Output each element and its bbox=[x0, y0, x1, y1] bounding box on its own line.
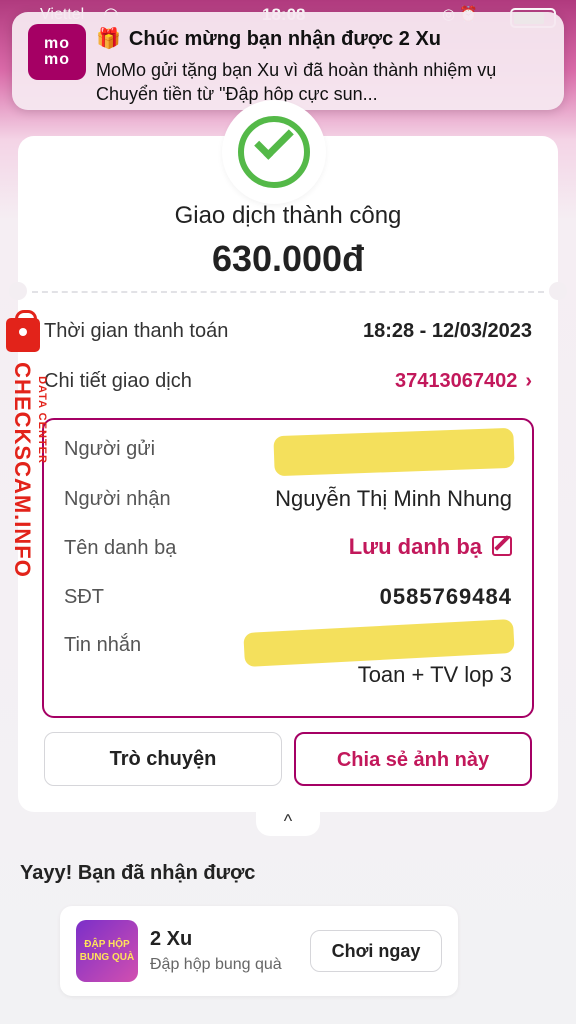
transaction-detail-label: Chi tiết giao dịch bbox=[44, 370, 192, 392]
transfer-details: Người gửi Người nhận Nguyễn Thị Minh Nhu… bbox=[42, 418, 534, 718]
transaction-amount: 630.000đ bbox=[211, 238, 365, 279]
payment-time-label: Thời gian thanh toán bbox=[44, 320, 229, 342]
push-notification[interactable]: mo mo 🎁 Chúc mừng bạn nhận được 2 Xu MoMo … bbox=[12, 12, 564, 110]
transaction-status: Giao dịch thành công bbox=[174, 202, 402, 229]
play-now-button[interactable]: Chơi ngay bbox=[310, 930, 442, 972]
transaction-id: 37413067402 bbox=[394, 370, 518, 392]
transaction-id-link[interactable]: 37413067402 › bbox=[395, 370, 532, 393]
phone-label: SĐT bbox=[64, 586, 104, 608]
lock-icon bbox=[6, 310, 40, 352]
phone-value: 0585769484 bbox=[379, 584, 512, 609]
dashed-divider bbox=[32, 291, 544, 293]
watermark-subtext: DATA CENTER bbox=[36, 376, 48, 464]
receiver-label: Người nhận bbox=[64, 488, 171, 510]
chevron-up-icon[interactable]: ^ bbox=[256, 806, 320, 836]
receiver-value: Nguyễn Thị Minh Nhung bbox=[275, 486, 512, 511]
edit-icon bbox=[492, 536, 512, 556]
gift-icon: 🎁 bbox=[96, 28, 121, 50]
reward-heading: Yayy! Bạn đã nhận được bbox=[20, 862, 256, 884]
watermark-text: CHECKSCAM.INFO bbox=[10, 362, 35, 578]
message-label: Tin nhắn bbox=[64, 634, 142, 656]
chat-button[interactable]: Trò chuyện bbox=[44, 732, 282, 786]
success-check-icon bbox=[222, 100, 326, 204]
game-thumbnail: ĐẬP HỘP BUNG QUÀ bbox=[76, 920, 138, 982]
sender-label: Người gửi bbox=[64, 438, 156, 460]
notification-title: 🎁 Chúc mừng bạn nhận được 2 Xu bbox=[96, 28, 441, 50]
reward-description: Đập hộp bung quà bbox=[150, 956, 282, 973]
contact-label: Tên danh bạ bbox=[64, 537, 177, 559]
redacted-message bbox=[243, 618, 515, 668]
share-image-button[interactable]: Chia sẻ ảnh này bbox=[294, 732, 532, 786]
payment-time-value: 18:28 - 12/03/2023 bbox=[362, 320, 532, 342]
momo-logo: mo mo bbox=[28, 24, 86, 80]
message-value: Toan + TV lop 3 bbox=[357, 662, 512, 687]
save-contact-button[interactable]: Lưu danh bạ bbox=[349, 534, 512, 560]
redacted-sender bbox=[273, 427, 515, 477]
chevron-right-icon: › bbox=[525, 370, 532, 392]
reward-amount: 2 Xu bbox=[150, 928, 193, 950]
notification-body: MoMo gửi tặng bạn Xu vì đã hoàn thành nh… bbox=[96, 60, 497, 104]
reward-card: ĐẬP HỘP BUNG QUÀ 2 Xu Đập hộp bung quà C… bbox=[60, 906, 458, 996]
